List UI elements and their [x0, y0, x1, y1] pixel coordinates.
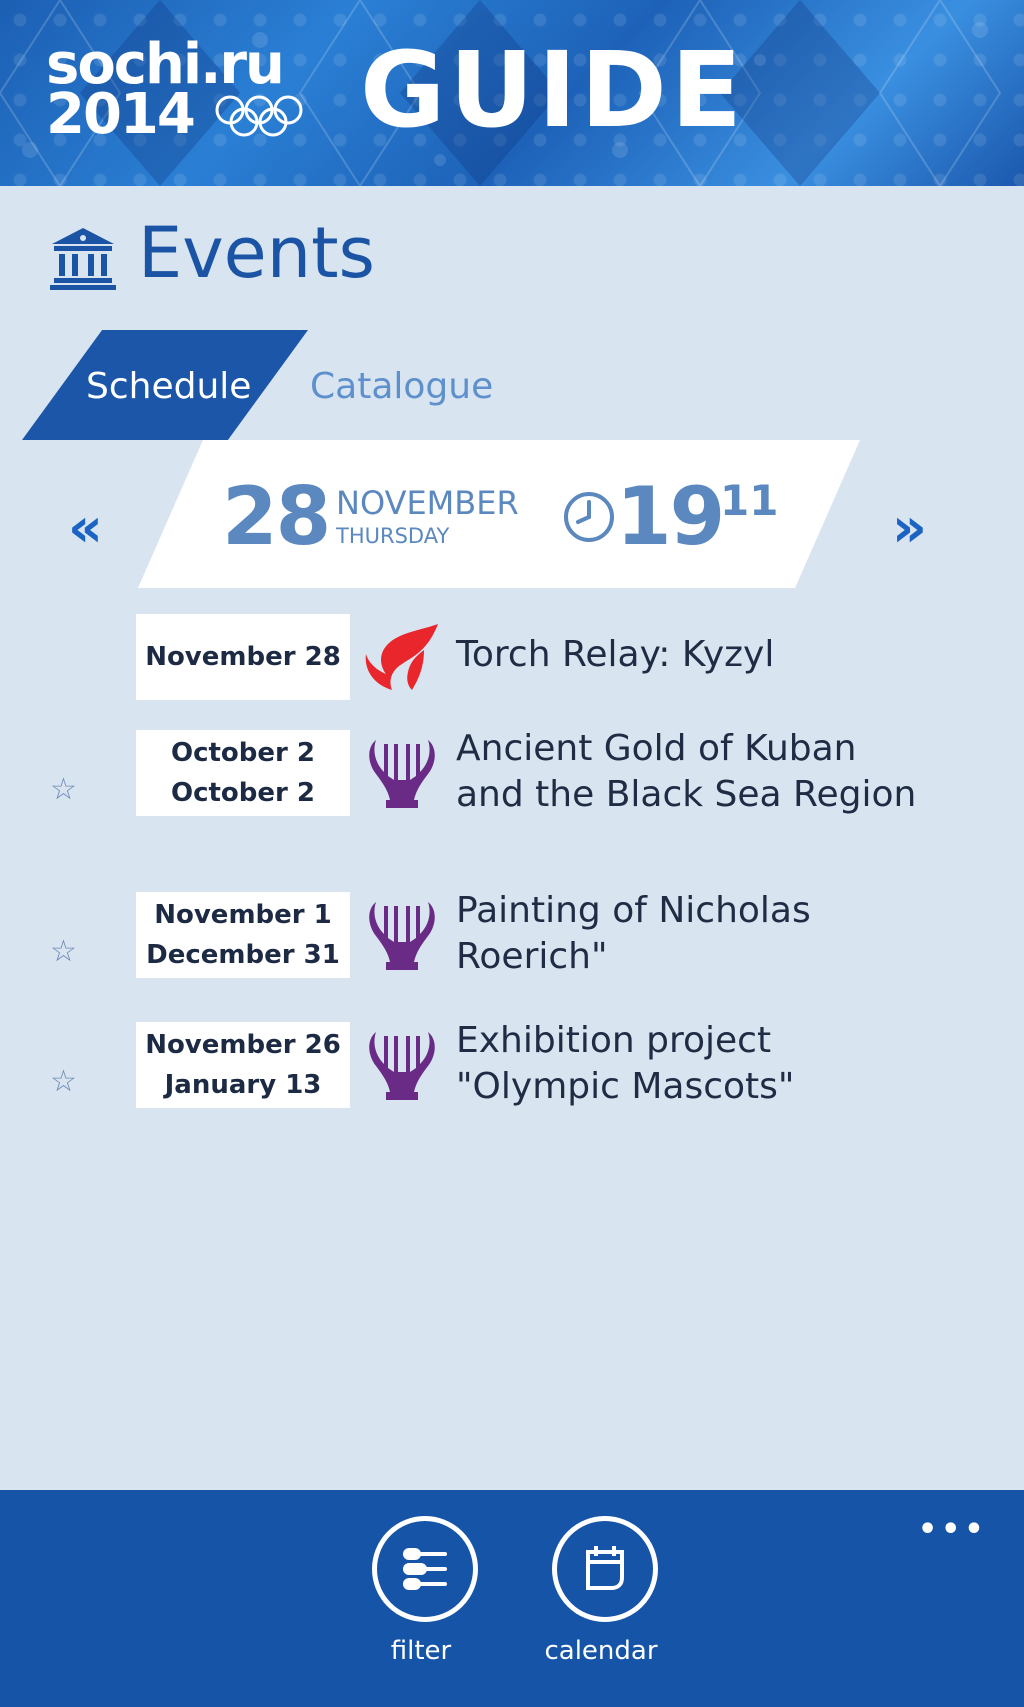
event-title[interactable]: Ancient Gold of Kuban and the Black Sea …: [456, 726, 926, 818]
time-hour: 19: [616, 470, 725, 563]
more-options-button[interactable]: •••: [918, 1512, 988, 1547]
app-name: GUIDE: [360, 29, 746, 151]
event-title[interactable]: Torch Relay: Kyzyl: [456, 632, 926, 678]
favorite-star-icon[interactable]: ☆: [50, 772, 77, 807]
event-end-date: October 2: [170, 778, 315, 808]
page-title: Events: [138, 212, 376, 294]
lyre-icon: [369, 902, 435, 970]
calendar-icon: [586, 1546, 624, 1590]
favorite-star-icon[interactable]: ☆: [50, 934, 77, 969]
tab-catalogue[interactable]: Catalogue: [310, 366, 493, 407]
previous-day-button[interactable]: «: [68, 496, 103, 559]
event-date-box: November 26 January 13: [136, 1022, 350, 1108]
event-start-date: November 26: [145, 1030, 341, 1060]
event-date-box: October 2 October 2: [136, 730, 350, 816]
filter-icon: [403, 1548, 447, 1590]
event-start-date: October 2: [170, 738, 315, 768]
filter-button-label[interactable]: filter: [341, 1636, 501, 1666]
time-minute: 11: [720, 476, 779, 525]
date-weekday: THURSDAY: [336, 524, 450, 548]
date-month: NOVEMBER: [336, 484, 519, 522]
event-end-date: December 31: [146, 940, 340, 970]
header-banner: sochi.ru 2014 GUIDE: [0, 0, 1024, 186]
event-title[interactable]: Exhibition project "Olympic Mascots": [456, 1018, 926, 1110]
olympic-rings-icon: [215, 95, 303, 137]
event-date-box: November 1 December 31: [136, 892, 350, 978]
lyre-icon: [369, 740, 435, 808]
favorite-star-icon[interactable]: ☆: [50, 1064, 77, 1099]
calendar-button-label[interactable]: calendar: [521, 1636, 681, 1666]
app-bar: [0, 1490, 1024, 1707]
event-start-date: November 28: [145, 642, 341, 672]
date-day: 28: [222, 470, 331, 563]
tab-schedule-label[interactable]: Schedule: [86, 366, 251, 407]
next-day-button[interactable]: »: [892, 496, 927, 559]
calendar-button[interactable]: [552, 1516, 658, 1622]
museum-icon: [50, 228, 116, 290]
event-date-box: November 28: [136, 614, 350, 700]
torch-flame-icon: [365, 624, 438, 690]
clock-icon: [564, 492, 614, 542]
event-start-date: November 1: [154, 900, 332, 930]
event-end-date: January 13: [164, 1070, 322, 1100]
filter-button[interactable]: [372, 1516, 478, 1622]
lyre-icon: [369, 1032, 435, 1100]
event-title[interactable]: Painting of Nicholas Roerich": [456, 888, 926, 980]
